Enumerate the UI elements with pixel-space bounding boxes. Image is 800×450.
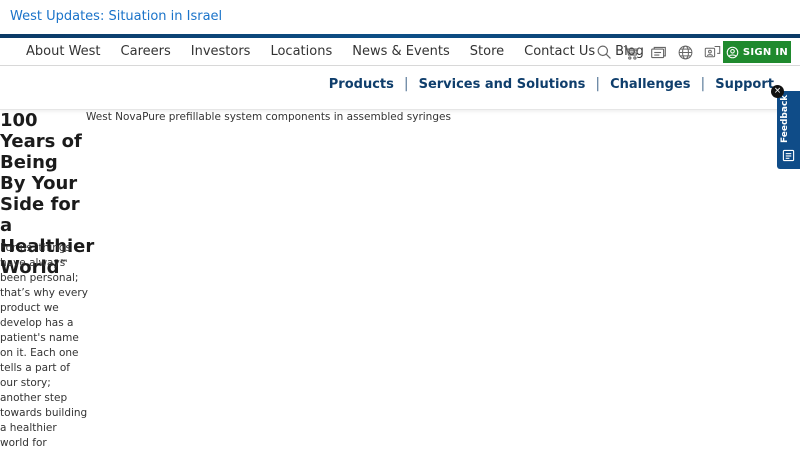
hero-copy: For us, things have always been personal… [0, 242, 88, 449]
nav-item-store[interactable]: Store [460, 38, 514, 66]
main-nav-challenges[interactable]: Challenges [600, 77, 700, 92]
nav-item-locations[interactable]: Locations [260, 38, 342, 66]
feedback-close-button[interactable]: × [771, 85, 784, 98]
cart-icon[interactable] [621, 42, 641, 62]
globe-icon[interactable] [675, 42, 695, 62]
nav-item-investors[interactable]: Investors [181, 38, 261, 66]
language-icon[interactable] [702, 42, 722, 62]
utility-nav-items: About West Careers Investors Locations N… [16, 38, 654, 66]
sign-in-button[interactable]: SIGN IN [723, 41, 791, 63]
feedback-label: Feedback [780, 94, 790, 143]
nav-separator: | [403, 76, 409, 92]
nav-separator: | [700, 76, 706, 92]
feedback-icon [782, 149, 795, 162]
utility-nav: About West Careers Investors Locations N… [0, 38, 800, 66]
alert-link[interactable]: West Updates: Situation in Israel [10, 9, 222, 24]
utility-icons [594, 42, 725, 62]
catalog-icon[interactable] [648, 42, 668, 62]
search-icon[interactable] [594, 42, 614, 62]
nav-item-news-events[interactable]: News & Events [342, 38, 460, 66]
nav-separator: | [595, 76, 601, 92]
sign-in-label: SIGN IN [742, 46, 789, 58]
user-icon [726, 46, 739, 58]
nav-item-careers[interactable]: Careers [111, 38, 181, 66]
main-nav-products[interactable]: Products [319, 77, 404, 92]
nav-item-contact-us[interactable]: Contact Us [514, 38, 605, 66]
hero-image-alt-text: West NovaPure prefillable system compone… [86, 111, 451, 123]
main-nav: Products | Services and Solutions | Chal… [0, 66, 800, 110]
main-nav-services-solutions[interactable]: Services and Solutions [409, 77, 596, 92]
nav-item-about-west[interactable]: About West [16, 38, 111, 66]
main-nav-items: Products | Services and Solutions | Chal… [319, 76, 784, 92]
alert-bar: West Updates: Situation in Israel [0, 0, 800, 34]
feedback-tab[interactable]: Feedback [777, 91, 800, 169]
